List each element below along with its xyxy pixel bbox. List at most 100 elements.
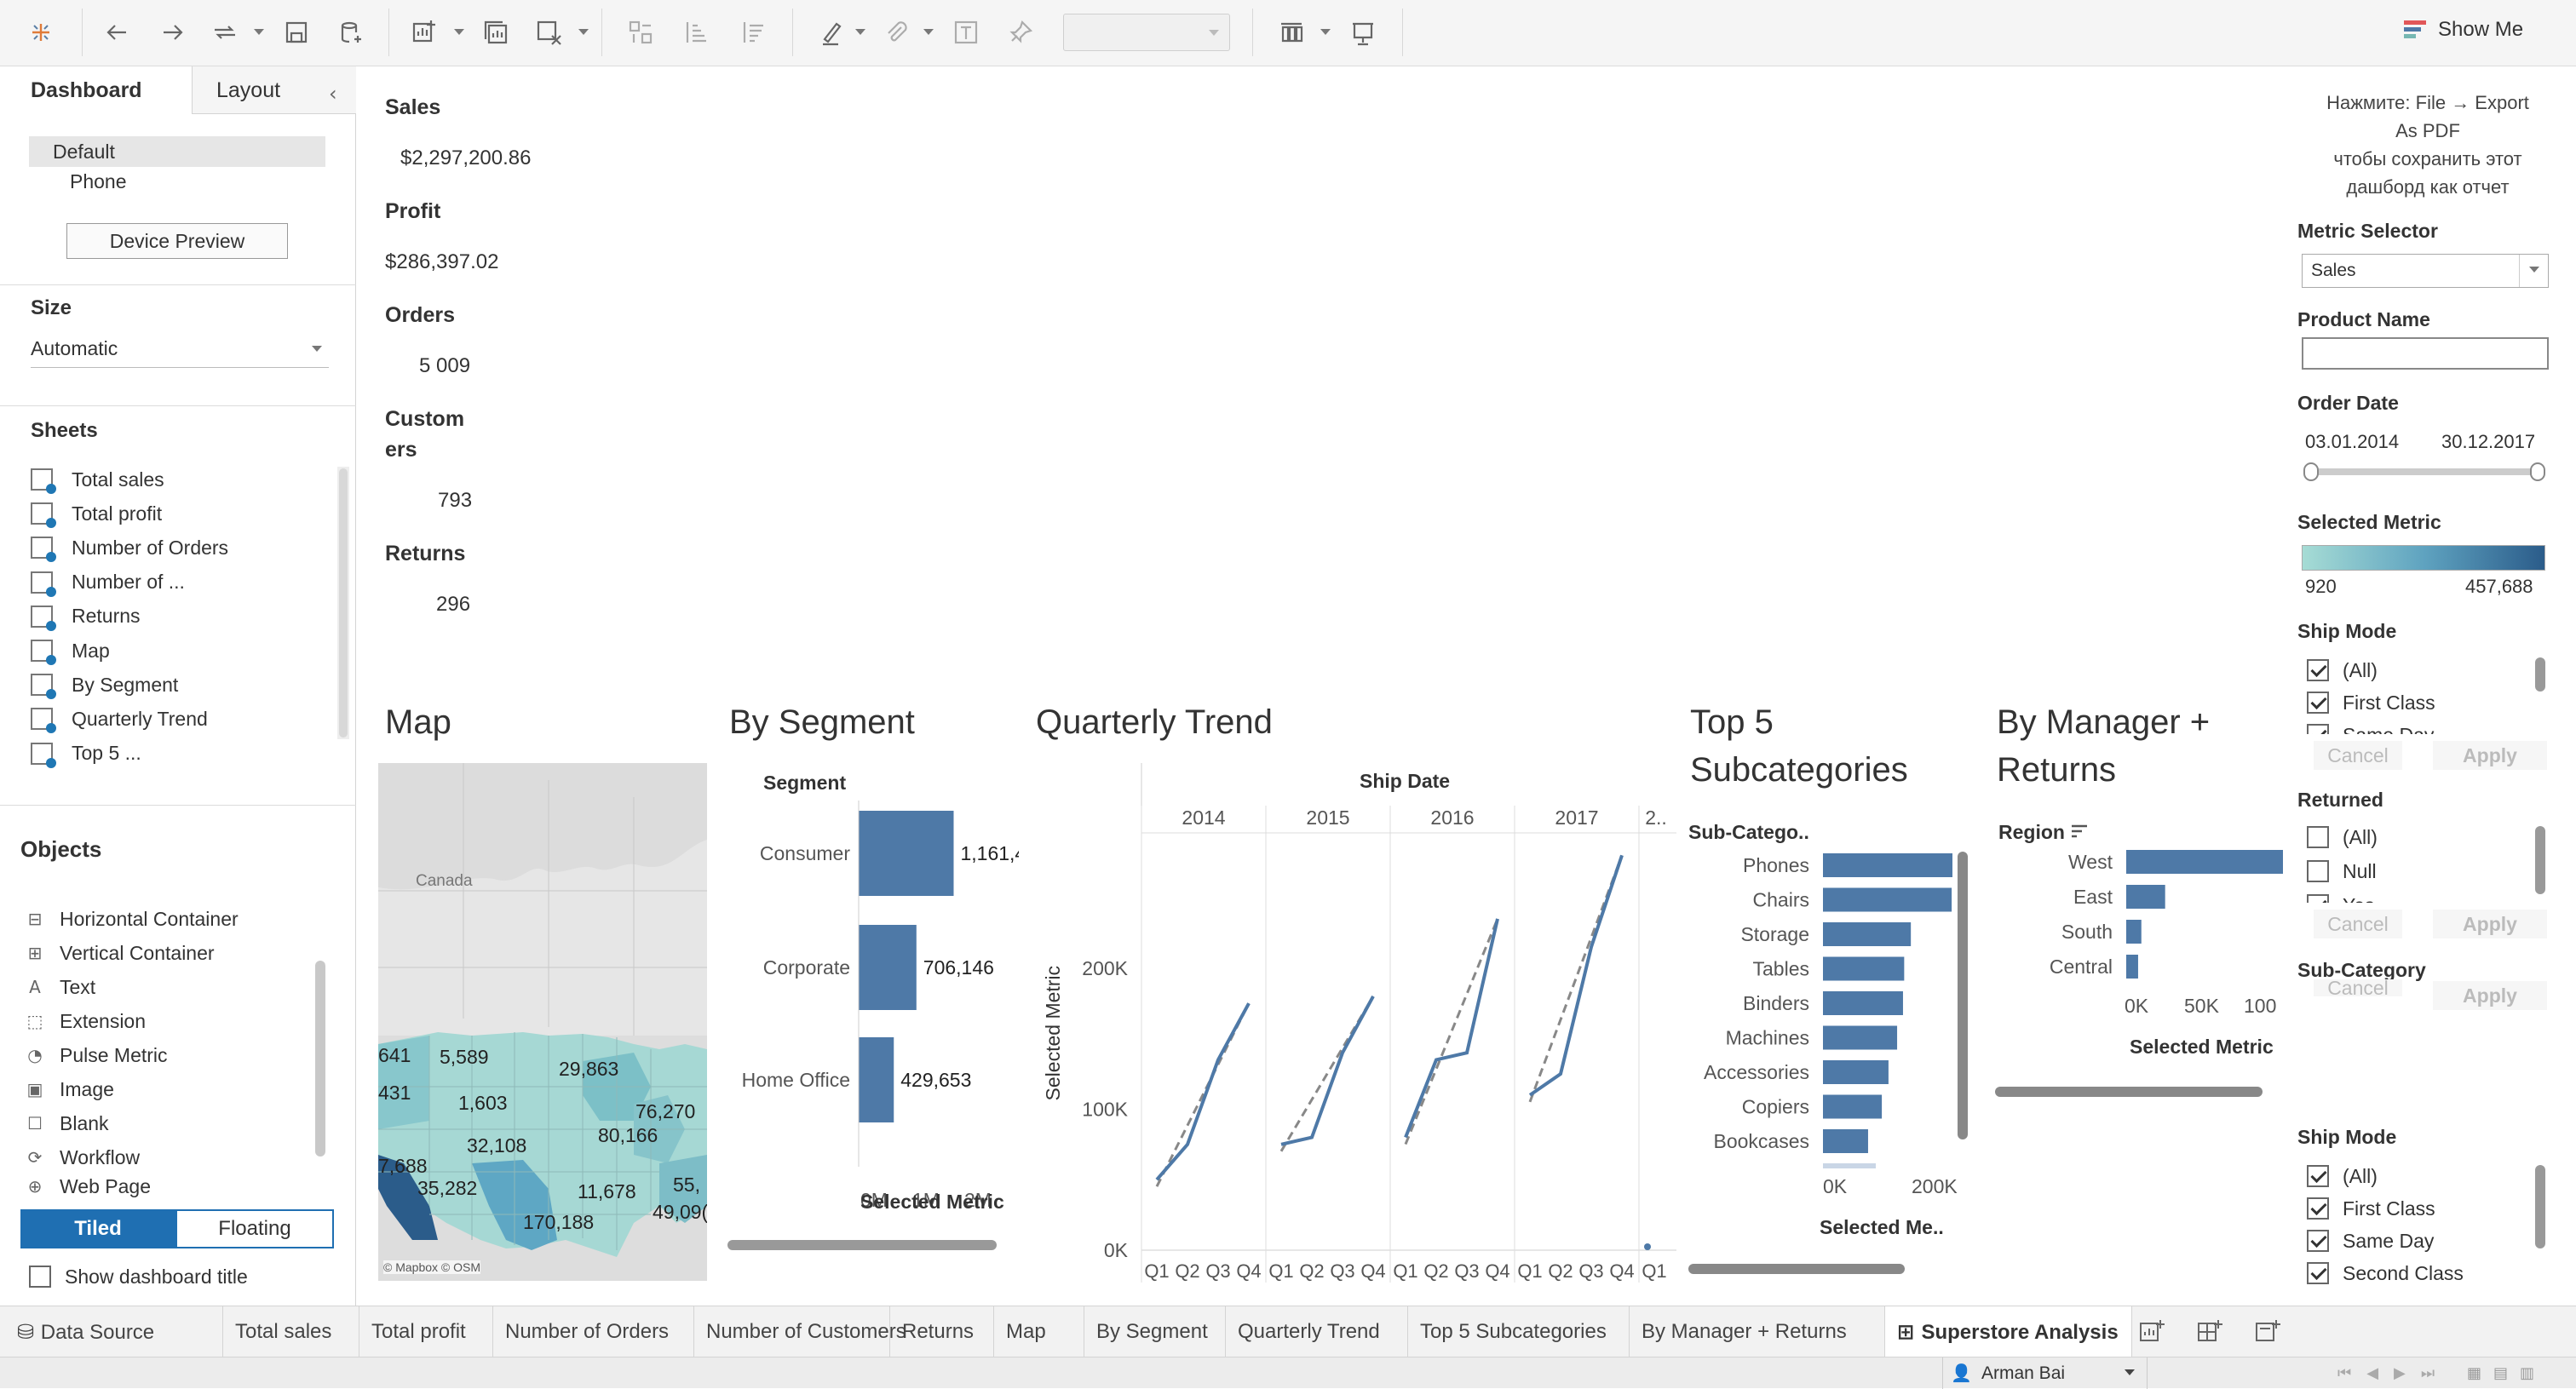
ship-mode-2-first-class[interactable]: First Class	[2307, 1194, 2435, 1223]
new-data-source-icon[interactable]	[332, 14, 370, 51]
size-dropdown[interactable]: Automatic	[31, 337, 329, 368]
sheet-tab[interactable]: Number of Orders	[493, 1306, 694, 1357]
returned-apply[interactable]: Apply	[2433, 910, 2547, 938]
new-worksheet-icon[interactable]	[405, 14, 443, 51]
show-title-checkbox[interactable]: Show dashboard title	[29, 1262, 248, 1291]
tiled-button[interactable]: Tiled	[20, 1209, 175, 1248]
segment-chart[interactable]: Consumer 1,161,40 Corporate 706,146 Home Off…	[724, 801, 1019, 1175]
sheet-item[interactable]: Quarterly Trend	[31, 703, 208, 735]
ship-mode-2-scroll[interactable]	[2535, 1165, 2545, 1248]
text-format-icon[interactable]	[947, 14, 985, 51]
trend-chart[interactable]: 2014 2015 2016 2017 2.. 200K 100K 0K Selected Me…	[1031, 763, 1676, 1283]
order-date-slider[interactable]	[2310, 468, 2539, 475]
save-icon[interactable]	[278, 14, 315, 51]
returned-yes[interactable]: Yes	[2307, 891, 2375, 903]
view-mode-icons[interactable]: ▦▤▥	[2467, 1364, 2546, 1382]
segment-scrollbar[interactable]	[727, 1240, 997, 1250]
subcategory-cancel[interactable]: Cancel	[2314, 979, 2402, 996]
product-name-input[interactable]	[2302, 337, 2549, 370]
ship-mode-2-all[interactable]: (All)	[2307, 1162, 2378, 1191]
ship-mode-scroll[interactable]	[2535, 657, 2545, 692]
new-worksheet-tab-icon[interactable]	[2138, 1318, 2165, 1346]
device-default[interactable]: Default	[29, 136, 325, 167]
top5-chart[interactable]: Phones Chairs Storage Tables Binders Machines…	[1683, 843, 1971, 1175]
subcategory-apply[interactable]: Apply	[2433, 981, 2547, 1010]
sort-descending-icon[interactable]	[734, 14, 772, 51]
sort-ascending-icon[interactable]	[677, 14, 715, 51]
show-me-button[interactable]: Show Me	[2402, 17, 2523, 43]
sheet-tab[interactable]: By Manager + Returns	[1630, 1306, 1885, 1357]
attach-icon[interactable]	[877, 14, 915, 51]
duplicate-icon[interactable]	[477, 14, 515, 51]
returned-all[interactable]: (All)	[2307, 823, 2378, 852]
returned-null[interactable]: Null	[2307, 857, 2377, 886]
object-item[interactable]: ▣ Image	[24, 1073, 114, 1105]
undo-icon[interactable]	[99, 14, 136, 51]
top5-hscroll[interactable]	[1688, 1264, 1905, 1274]
sheet-tab[interactable]: Total sales	[223, 1306, 359, 1357]
pin-icon[interactable]	[1002, 14, 1039, 51]
object-item[interactable]: ☐ Blank	[24, 1107, 109, 1139]
object-item[interactable]: ⬚ Extension	[24, 1005, 146, 1037]
manager-chart[interactable]: West East South Central	[1993, 843, 2283, 988]
top5-vscroll[interactable]	[1958, 852, 1968, 1139]
tab-dashboard[interactable]: Dashboard	[0, 66, 193, 114]
sheet-tab[interactable]: ⛁ Data Source	[0, 1306, 223, 1357]
sheet-tab[interactable]: Quarterly Trend	[1226, 1306, 1408, 1357]
device-phone[interactable]: Phone	[70, 170, 127, 193]
object-item[interactable]: A Text	[24, 971, 95, 1003]
sheet-item[interactable]: Number of Orders	[31, 531, 228, 564]
swap-icon[interactable]	[622, 14, 659, 51]
ship-mode-all[interactable]: (All)	[2307, 656, 2378, 685]
user-name[interactable]: Arman Bai	[1981, 1363, 2065, 1384]
fit-dropdown[interactable]	[1063, 14, 1230, 51]
sheet-item[interactable]: Returns	[31, 600, 141, 633]
ship-mode-same-day[interactable]: Same Day	[2307, 720, 2434, 734]
ship-mode-first-class[interactable]: First Class	[2307, 688, 2435, 717]
tableau-logo-icon[interactable]	[22, 14, 60, 51]
sheet-item[interactable]: Map	[31, 634, 110, 667]
sheet-item[interactable]: Top 5 ...	[31, 738, 141, 770]
sheet-tab[interactable]: Map	[994, 1306, 1084, 1357]
presentation-mode-icon[interactable]	[1344, 14, 1382, 51]
sheet-item[interactable]: Total sales	[31, 463, 164, 496]
returned-scroll[interactable]	[2535, 826, 2545, 894]
redo-icon[interactable]	[153, 14, 191, 51]
sheet-tab[interactable]: By Segment	[1084, 1306, 1226, 1357]
pagination-icons[interactable]: ⏮◀▶⏭	[2337, 1364, 2450, 1382]
sheet-item[interactable]: Number of ...	[31, 566, 185, 599]
ship-mode-apply[interactable]: Apply	[2433, 741, 2547, 770]
sheet-tab[interactable]: Total profit	[359, 1306, 493, 1357]
ship-mode-2-second-class[interactable]: Second Class	[2307, 1259, 2464, 1288]
map-view[interactable]: 641 5,589 29,863 431 1,603 76,270 32,108 80,166…	[378, 763, 707, 1281]
floating-button[interactable]: Floating	[175, 1209, 334, 1248]
order-date-handle-right[interactable]	[2530, 462, 2545, 481]
device-preview-button[interactable]: Device Preview	[66, 223, 288, 259]
manager-hscroll[interactable]	[1995, 1087, 2263, 1097]
tab-layout[interactable]: Layout	[216, 66, 280, 114]
replay-icon[interactable]	[206, 14, 244, 51]
order-date-handle-left[interactable]	[2303, 462, 2319, 481]
sheet-tab[interactable]: Top 5 Subcategories	[1408, 1306, 1630, 1357]
sheet-item[interactable]: By Segment	[31, 669, 178, 701]
clear-sheet-icon[interactable]	[530, 14, 567, 51]
new-dashboard-tab-icon[interactable]	[2196, 1318, 2223, 1346]
object-item[interactable]: ⊟ Horizontal Container	[24, 903, 239, 935]
highlight-icon[interactable]	[813, 14, 850, 51]
collapse-panel-icon[interactable]: ‹	[329, 82, 337, 106]
ship-mode-cancel[interactable]: Cancel	[2314, 741, 2402, 770]
sheet-item[interactable]: Total profit	[31, 497, 162, 530]
ship-mode-2-same-day[interactable]: Same Day	[2307, 1226, 2434, 1255]
object-item[interactable]: ⊕ Web Page	[24, 1175, 151, 1197]
sort-icon[interactable]	[2068, 821, 2090, 843]
sheet-tab[interactable]: ⊞ Superstore Analysis	[1885, 1306, 2132, 1357]
sheet-tab[interactable]: Number of Customers	[694, 1306, 906, 1357]
object-item[interactable]: ◔ Pulse Metric	[24, 1039, 167, 1071]
object-item[interactable]: ⊞ Vertical Container	[24, 937, 215, 969]
metric-selector-dropdown[interactable]: Sales	[2302, 254, 2549, 288]
object-item[interactable]: ⟳ Workflow	[24, 1141, 141, 1174]
returned-cancel[interactable]: Cancel	[2314, 910, 2402, 938]
sheet-tab[interactable]: Returns	[890, 1306, 994, 1357]
presentation-icon[interactable]	[1273, 14, 1310, 51]
new-story-tab-icon[interactable]	[2254, 1318, 2281, 1346]
